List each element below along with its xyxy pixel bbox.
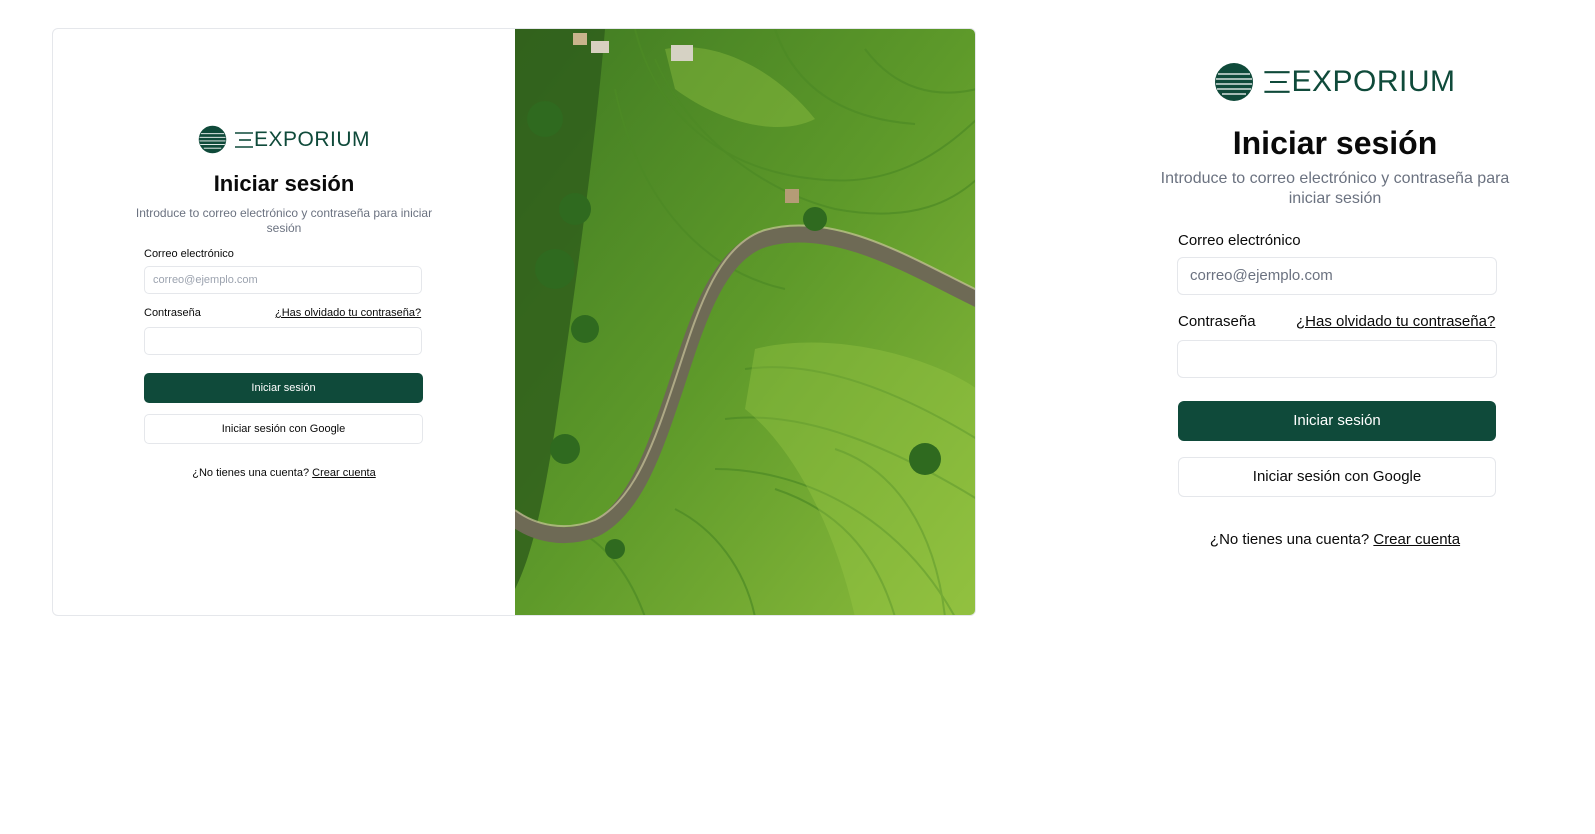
password-label: Contraseña (144, 307, 201, 319)
brand-logo: EXPORIUM (1135, 62, 1535, 102)
email-field[interactable]: correo@ejemplo.com (144, 266, 422, 294)
login-card-preview: EXPORIUM Iniciar sesión Introduce to cor… (52, 28, 976, 616)
no-account-text: ¿No tienes una cuenta? (1209, 531, 1370, 548)
login-form-large: EXPORIUM Iniciar sesión Introduce to cor… (1135, 0, 1535, 834)
create-account-link[interactable]: Crear cuenta (312, 467, 376, 479)
password-field[interactable] (1177, 340, 1497, 378)
brand-wordmark: EXPORIUM (1291, 65, 1456, 98)
striped-globe-icon (1215, 63, 1254, 101)
google-sign-in-button[interactable]: Iniciar sesión con Google (144, 414, 423, 444)
striped-globe-icon (198, 125, 227, 154)
hero-image (507, 29, 975, 615)
create-account-link[interactable]: Crear cuenta (1373, 531, 1460, 548)
brand-logo: EXPORIUM (53, 125, 515, 154)
forgot-password-link[interactable]: ¿Has olvidado tu contraseña? (275, 307, 421, 319)
page-subtitle: Introduce to correo electrónico y contra… (1160, 170, 1510, 207)
google-sign-in-button[interactable]: Iniciar sesión con Google (1178, 457, 1496, 497)
page-title: Iniciar sesión (213, 171, 355, 196)
signup-prompt: ¿No tienes una cuenta? Crear cuenta (53, 467, 515, 479)
terrace-photo (507, 29, 975, 615)
login-form-pane: EXPORIUM Iniciar sesión Introduce to cor… (53, 29, 515, 615)
email-label: Correo electrónico (144, 248, 234, 260)
sign-in-button[interactable]: Iniciar sesión (1178, 401, 1496, 441)
sign-in-button[interactable]: Iniciar sesión (144, 373, 423, 403)
wordmark-lines-icon (234, 131, 253, 148)
email-label: Correo electrónico (1178, 232, 1301, 249)
email-field[interactable]: correo@ejemplo.com (1177, 257, 1497, 295)
no-account-text: ¿No tienes una cuenta? (192, 467, 310, 479)
wordmark-lines-icon (1264, 71, 1291, 93)
signup-prompt: ¿No tienes una cuenta? Crear cuenta (1135, 531, 1535, 548)
page-title: Iniciar sesión (1232, 125, 1438, 161)
password-field[interactable] (144, 327, 422, 355)
page-subtitle: Introduce to correo electrónico y contra… (135, 206, 433, 235)
password-label: Contraseña (1178, 313, 1256, 330)
forgot-password-link[interactable]: ¿Has olvidado tu contraseña? (1296, 313, 1495, 330)
brand-wordmark: EXPORIUM (253, 127, 370, 151)
